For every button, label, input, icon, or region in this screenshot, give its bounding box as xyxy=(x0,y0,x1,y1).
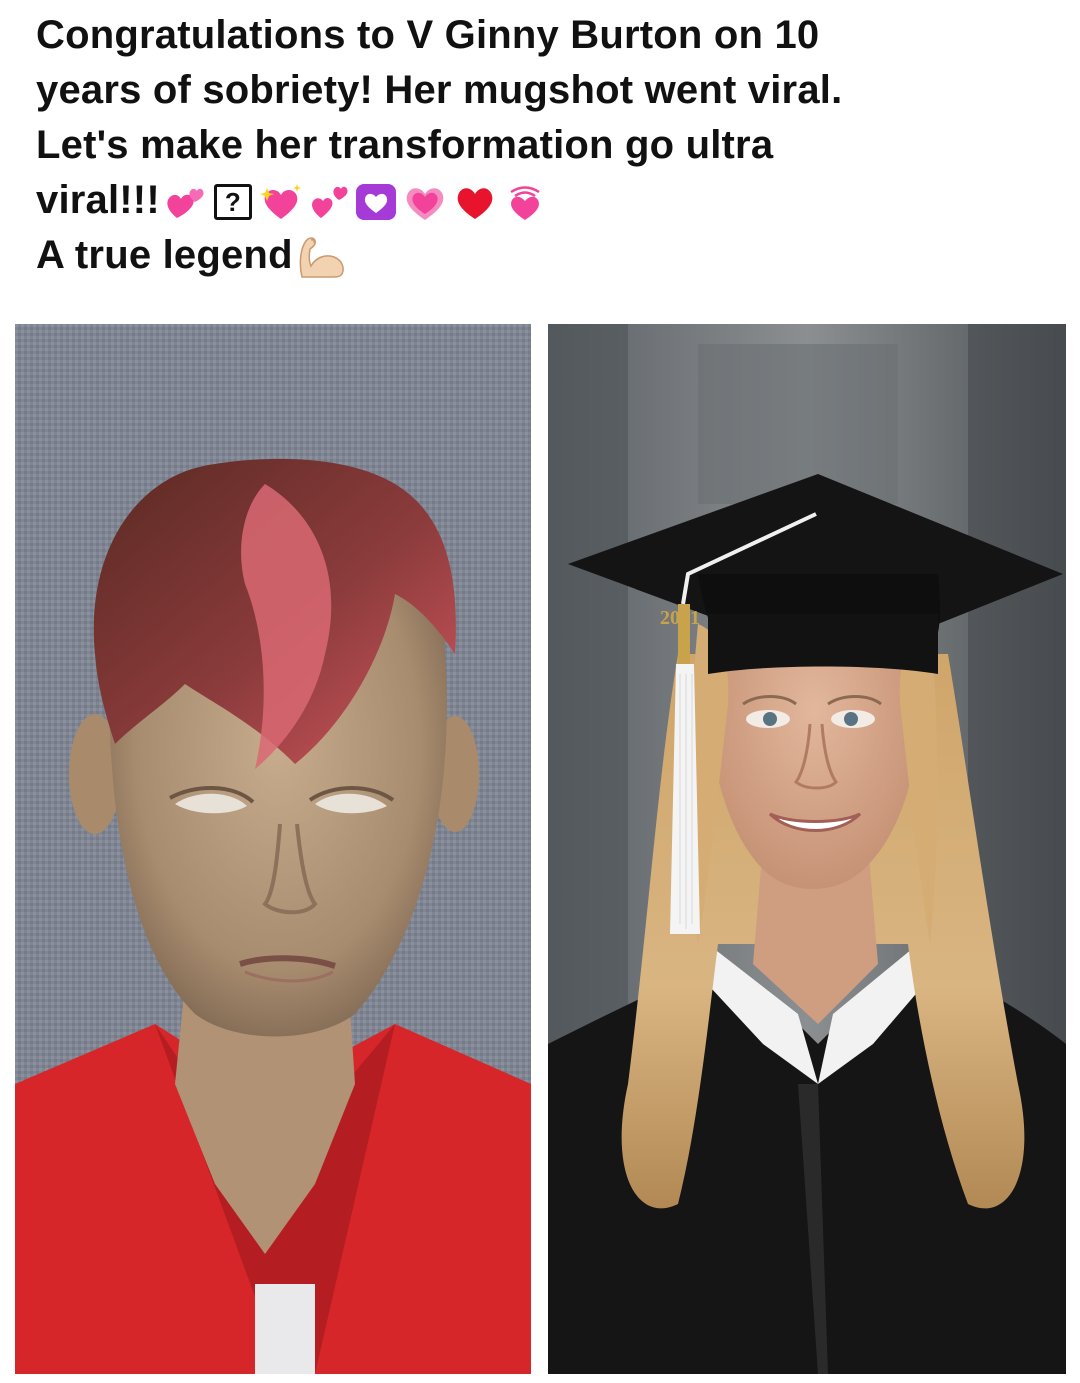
two-hearts-icon xyxy=(309,182,349,222)
flexed-biceps-icon xyxy=(296,235,348,279)
caption-line-5-text: A true legend xyxy=(36,233,293,277)
missing-glyph-box: ? xyxy=(213,184,252,221)
post-caption: Congratulations to V Ginny Burton on 10 … xyxy=(36,8,1046,283)
tassel-year-charm: 2021 xyxy=(660,607,700,629)
beating-heart-icon xyxy=(503,182,547,222)
growing-heart-icon xyxy=(403,182,447,222)
caption-line-4-text: viral!!! xyxy=(36,178,160,222)
sparkling-heart-icon xyxy=(259,182,303,222)
caption-line-1: Congratulations to V Ginny Burton on 10 xyxy=(36,13,820,57)
heart-decoration-icon xyxy=(355,182,397,222)
graduation-photo: 2021 xyxy=(548,324,1066,1374)
caption-line-5: A true legend xyxy=(36,228,1046,283)
revolving-hearts-icon xyxy=(163,182,207,222)
caption-line-2: years of sobriety! Her mugshot went vira… xyxy=(36,68,843,112)
caption-line-4: viral!!! ? xyxy=(36,173,1046,228)
mugshot-photo xyxy=(15,324,531,1374)
red-heart-icon xyxy=(453,182,497,222)
caption-line-3: Let's make her transformation go ultra xyxy=(36,123,774,167)
